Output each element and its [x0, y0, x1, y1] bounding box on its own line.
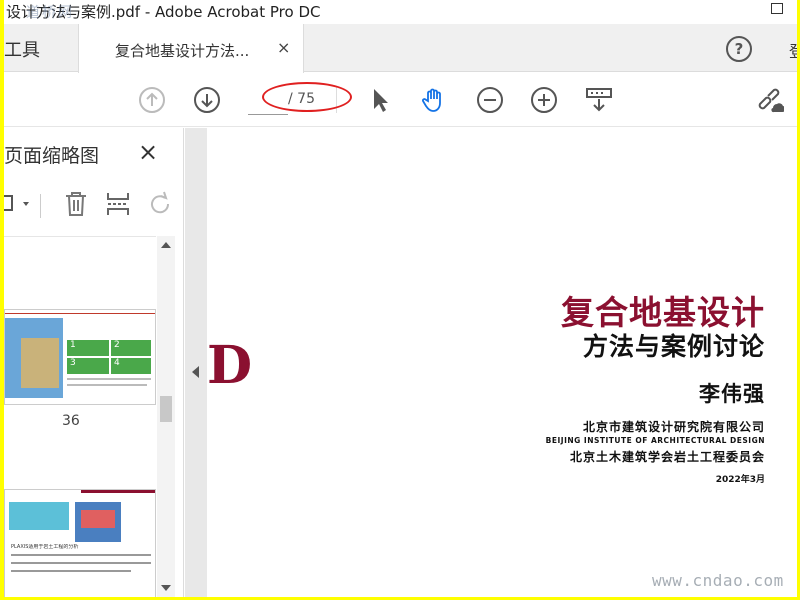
thumbnail-panel-title: 页面缩略图 — [4, 145, 100, 167]
signin-button[interactable]: 登 — [789, 38, 797, 62]
site-watermark: www.cndao.com — [652, 571, 784, 590]
tab-bar: 工具 复合地基设计方法... × ? 登 — [4, 24, 797, 73]
title-watermark: 道桥网 — [26, 5, 74, 21]
thumbnail-close-icon[interactable]: × — [138, 138, 158, 166]
thumb-text-line — [11, 562, 151, 564]
thumb-photo — [9, 502, 69, 530]
cover-author: 李伟强 — [699, 382, 765, 406]
select-cursor-icon[interactable] — [366, 86, 394, 114]
cover-date: 2022年3月 — [715, 475, 765, 485]
zoom-in-icon[interactable] — [530, 86, 558, 114]
rotate-page-icon[interactable] — [146, 190, 174, 218]
thumb-header-rule — [81, 490, 155, 493]
annotation-ellipse — [262, 82, 352, 112]
thumb-step-3: 3 — [67, 358, 109, 374]
extract-page-icon[interactable] — [104, 190, 132, 218]
thumb-step-4-label: 4 — [114, 358, 120, 368]
prev-page-icon[interactable] — [138, 86, 166, 114]
scroll-thumb[interactable] — [160, 396, 172, 422]
page-thumbnail-36[interactable]: 1 2 3 4 — [4, 309, 156, 405]
thumbnail-page-label: 36 — [62, 413, 80, 429]
thumbnail-panel: 页面缩略图 × 1 2 3 4 36 PLAXIS适用于岩土工程的分析 — [4, 128, 184, 597]
title-bar: 设计方法与案例.pdf - Adobe Acrobat Pro DC 道桥网 — [4, 0, 797, 24]
share-link-icon[interactable] — [756, 86, 784, 114]
thumb-caption: PLAXIS适用于岩土工程的分析 — [11, 544, 79, 550]
cover-organization-en: BEIJING INSTITUTE OF ARCHITECTURAL DESIG… — [545, 436, 765, 445]
scroll-up-icon[interactable] — [161, 242, 171, 248]
help-icon[interactable]: ? — [726, 36, 752, 62]
thumb-text-line — [67, 384, 147, 386]
thumbnail-scrollbar[interactable] — [157, 236, 175, 597]
acrobat-window: 设计方法与案例.pdf - Adobe Acrobat Pro DC 道桥网 工… — [4, 0, 797, 597]
document-view[interactable]: D 复合地基设计 方法与案例讨论 李伟强 北京市建筑设计研究院有限公司 BEIJ… — [207, 128, 797, 597]
tab-document[interactable]: 复合地基设计方法... × — [78, 24, 304, 73]
thumb-text-line — [67, 378, 151, 380]
scroll-down-icon[interactable] — [161, 585, 171, 591]
thumb-step-1-label: 1 — [70, 340, 76, 350]
cover-committee: 北京土木建筑学会岩土工程委员会 — [569, 450, 765, 464]
thumb-text-line — [11, 554, 151, 556]
page-display-icon[interactable] — [585, 86, 613, 114]
tab-tools[interactable]: 工具 — [4, 24, 78, 72]
next-page-icon[interactable] — [193, 86, 221, 114]
thumb-step-4: 4 — [111, 358, 151, 374]
page-thumbnail-37[interactable]: PLAXIS适用于岩土工程的分析 — [4, 489, 156, 597]
hand-tool-icon[interactable] — [420, 86, 448, 114]
tab-close-icon[interactable]: × — [277, 38, 290, 57]
thumb-step-2-label: 2 — [114, 340, 120, 350]
collapse-panel-icon[interactable] — [192, 366, 199, 378]
main-toolbar: / 75 — [4, 73, 797, 127]
panel-splitter[interactable] — [185, 128, 207, 597]
thumb-step-1: 1 — [67, 340, 109, 356]
cover-subtitle: 方法与案例讨论 — [582, 332, 765, 361]
thumbnail-list[interactable]: 1 2 3 4 36 PLAXIS适用于岩土工程的分析 — [4, 236, 156, 597]
thumbnail-toolbar-divider — [40, 194, 41, 218]
thumb-header-rule — [5, 310, 155, 314]
zoom-out-icon[interactable] — [476, 86, 504, 114]
cover-side-letter: D — [207, 335, 253, 396]
thumbnail-toolbar — [4, 188, 174, 222]
thumb-text-line — [11, 570, 131, 572]
thumbnail-options-icon[interactable] — [4, 193, 34, 215]
thumb-photo — [21, 338, 59, 388]
maximize-icon[interactable] — [771, 3, 783, 14]
thumb-diagram-core — [81, 510, 115, 528]
cover-organization: 北京市建筑设计研究院有限公司 — [582, 420, 765, 434]
thumb-step-2: 2 — [111, 340, 151, 356]
thumb-step-3-label: 3 — [70, 358, 76, 368]
tab-document-label: 复合地基设计方法... — [115, 42, 250, 60]
delete-page-icon[interactable] — [62, 190, 90, 218]
